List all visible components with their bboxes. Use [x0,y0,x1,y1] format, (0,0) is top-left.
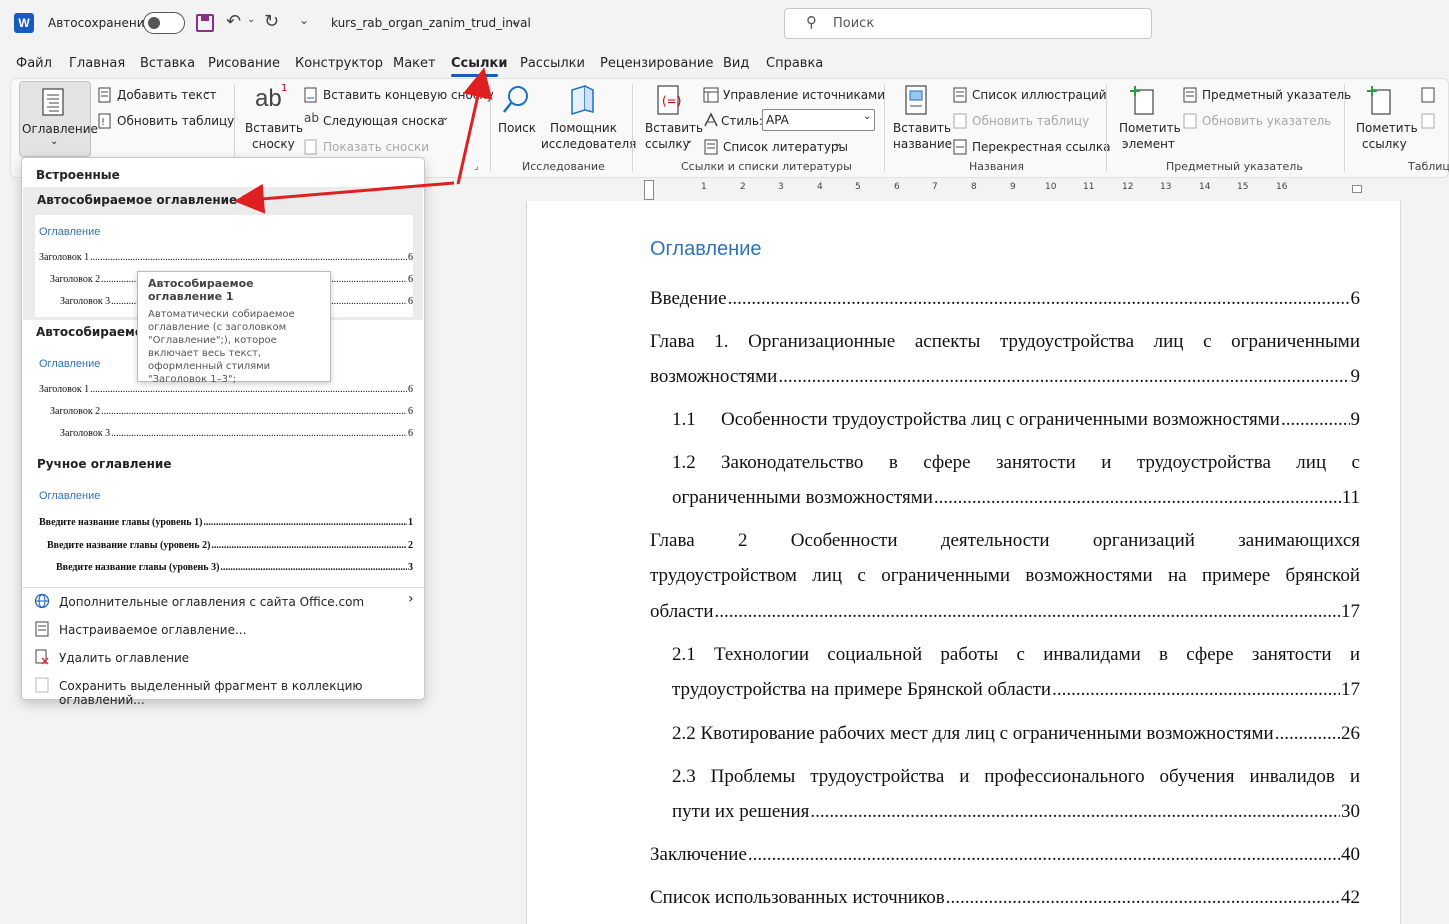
arrow-to-auto-toc-1 [234,181,455,214]
annotation-arrows [234,67,493,214]
arrow-to-references-tab [456,67,493,185]
